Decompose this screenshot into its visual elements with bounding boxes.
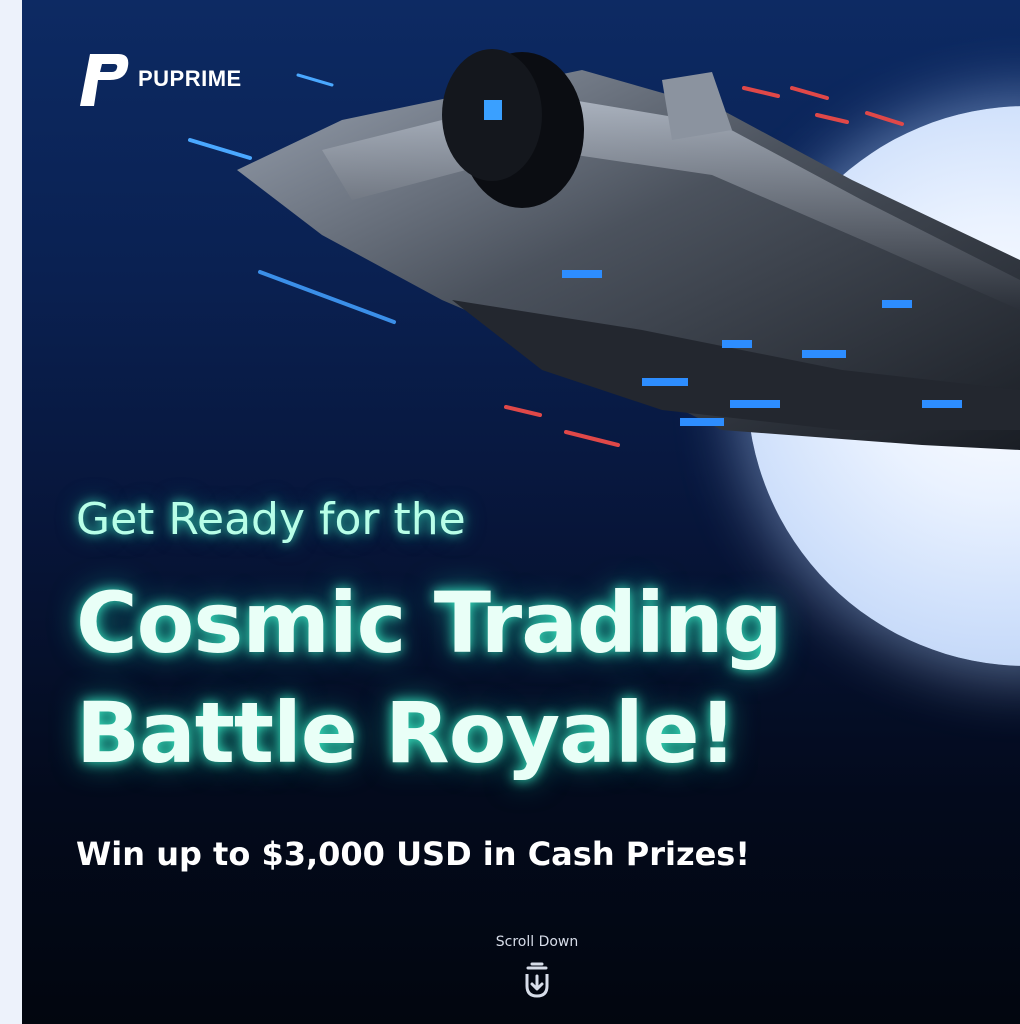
- scroll-down-label: Scroll Down: [495, 934, 579, 950]
- prize-subheading: Win up to $3,000 USD in Cash Prizes!: [76, 835, 750, 873]
- hero-banner: PUPRIME Get Ready for the Cosmic Trading…: [22, 0, 1020, 1024]
- headline-line-2: Cosmic Trading: [76, 574, 783, 672]
- headline-line-3: Battle Royale!: [76, 684, 737, 782]
- page-gutter: [0, 0, 22, 1024]
- scroll-down-arrow-icon: [525, 962, 549, 998]
- headline-line-1: Get Ready for the: [76, 494, 466, 545]
- hero-headline: Get Ready for the Cosmic Trading Battle …: [76, 490, 976, 788]
- brand-logo[interactable]: PUPRIME: [74, 50, 242, 108]
- scroll-down-control[interactable]: Scroll Down: [462, 934, 612, 1000]
- brand-name: PUPRIME: [138, 66, 242, 91]
- puprime-p-logo-icon: [80, 54, 129, 106]
